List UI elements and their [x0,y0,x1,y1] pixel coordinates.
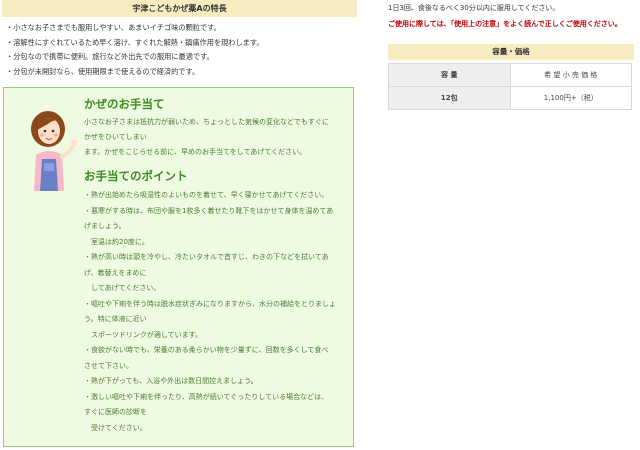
cold-care-text: 小さなお子さまは抵抗力が弱いため、ちょっとした気候の変化などでもすぐに [84,118,329,126]
price-header-cell: 希 望 小 売 価 格 [509,63,632,87]
caution-suffix: をよく読んで正しくご使用ください。 [503,20,622,28]
care-points-title: お手当てのポイント [84,169,188,183]
table-row: 容 量 希 望 小 売 価 格 [388,63,632,87]
care-point-line: 受けてください。 [84,423,147,432]
price-header: 容量・価格 [388,44,634,60]
care-point-line: 室温は約20度に。 [84,237,149,246]
care-point-line: う。特に体液に近い [84,315,147,323]
care-point-line: ・嘔吐や下痢を伴う時は脱水症状ぎみになりますから、水分の補給をとりましょ [84,299,336,308]
care-point-line: させて下さい。 [84,361,133,370]
capacity-header-cell: 容 量 [388,63,511,87]
caution-link[interactable]: 「使用上の注意」 [451,20,504,28]
cold-care-text: かぜをひいてしまい [84,133,147,141]
caution-text: ご使用に際しては、「使用上の注意」をよく読んで正しくご使用ください。 [388,18,634,30]
care-point-line: ・熱が高い時は頭を冷やし、冷たいタオルで首すじ、わきの下などを拭いてあ [84,253,329,261]
cold-care-box: かぜのお手当て 小さなお子さまは抵抗力が弱いため、ちょっとした気候の変化などでも… [3,87,354,447]
price-cell: 1,100円+（税） [509,86,632,110]
care-point-line: ・激しい嘔吐や下痢を伴ったり、高熱が続いてぐったりしている場合などは、 [84,392,329,401]
care-point-line: すぐに医師の診断を [84,408,147,416]
care-points-list: ・熱が出始めたら吸湿性のよいものを着せて、早く寝かせてあげてください。 ・悪寒が… [84,188,354,436]
cold-care-body: 小さなお子さまは抵抗力が弱いため、ちょっとした気候の変化などでもすぐに かぜをひ… [84,115,354,160]
usage-price-section: 1日3回、食後なるべく30分以内に服用してください。 ご使用に際しては、「使用上… [388,0,634,110]
cold-care-title: かぜのお手当て [84,97,165,111]
table-row: 12包 1,100円+（税） [388,86,632,110]
feature-item: ・溶解性にすぐれているため早く溶け、すぐれた解熱・鎮痛作用を現わします。 [6,37,264,47]
care-point-line: スポーツドリンクが適しています。 [84,330,202,339]
features-header: 宇津こどもかぜ薬Aの特長 [2,0,357,17]
care-point-line: ・熱が出始めたら吸湿性のよいものを着せて、早く寝かせてあげてください。 [84,191,329,199]
features-list: ・小さなお子さまでも服用しやすい、あまいイチゴ味の顆粒です。 ・溶解性にすぐれて… [2,17,357,79]
caution-prefix: ご使用に際しては、 [388,20,451,28]
cold-care-text: ます。かぜをこじらせる前に、早めのお手当てをしてあげてください。 [84,148,307,156]
dosage-text: 1日3回、食後なるべく30分以内に服用してください。 [388,4,560,12]
care-point-line: ・悪寒がする時は、布団や服を1枚多く着せたり靴下をはかせて身体を温めてあ [84,206,334,215]
care-point-line: げましょう。 [84,222,126,230]
feature-item: ・分包なので携帯に便利。旅行など外出先での服用に最適です。 [6,52,214,61]
care-point-line: してあげてください。 [84,284,161,292]
care-point-line: げ、着替えをまめに [84,268,147,277]
care-point-line: ・食欲がない時でも、栄養のある柔らかい物を少量ずに、回数を多くして食べ [84,346,329,354]
price-table: 容 量 希 望 小 売 価 格 12包 1,100円+（税） [388,63,632,110]
care-point-line: ・熱が下がっても、入浴や外出は数日間控えましょう。 [84,377,258,385]
nurse-illustration [31,111,77,191]
features-section: 宇津こどもかぜ薬Aの特長 ・小さなお子さまでも服用しやすい、あまいイチゴ味の顆粒… [2,0,357,79]
feature-item: ・分包が未開封なら、使用期限まで使えるので経済的です。 [6,66,200,76]
capacity-cell: 12包 [388,86,511,110]
feature-item: ・小さなお子さまでも服用しやすい、あまいイチゴ味の顆粒です。 [6,23,221,32]
